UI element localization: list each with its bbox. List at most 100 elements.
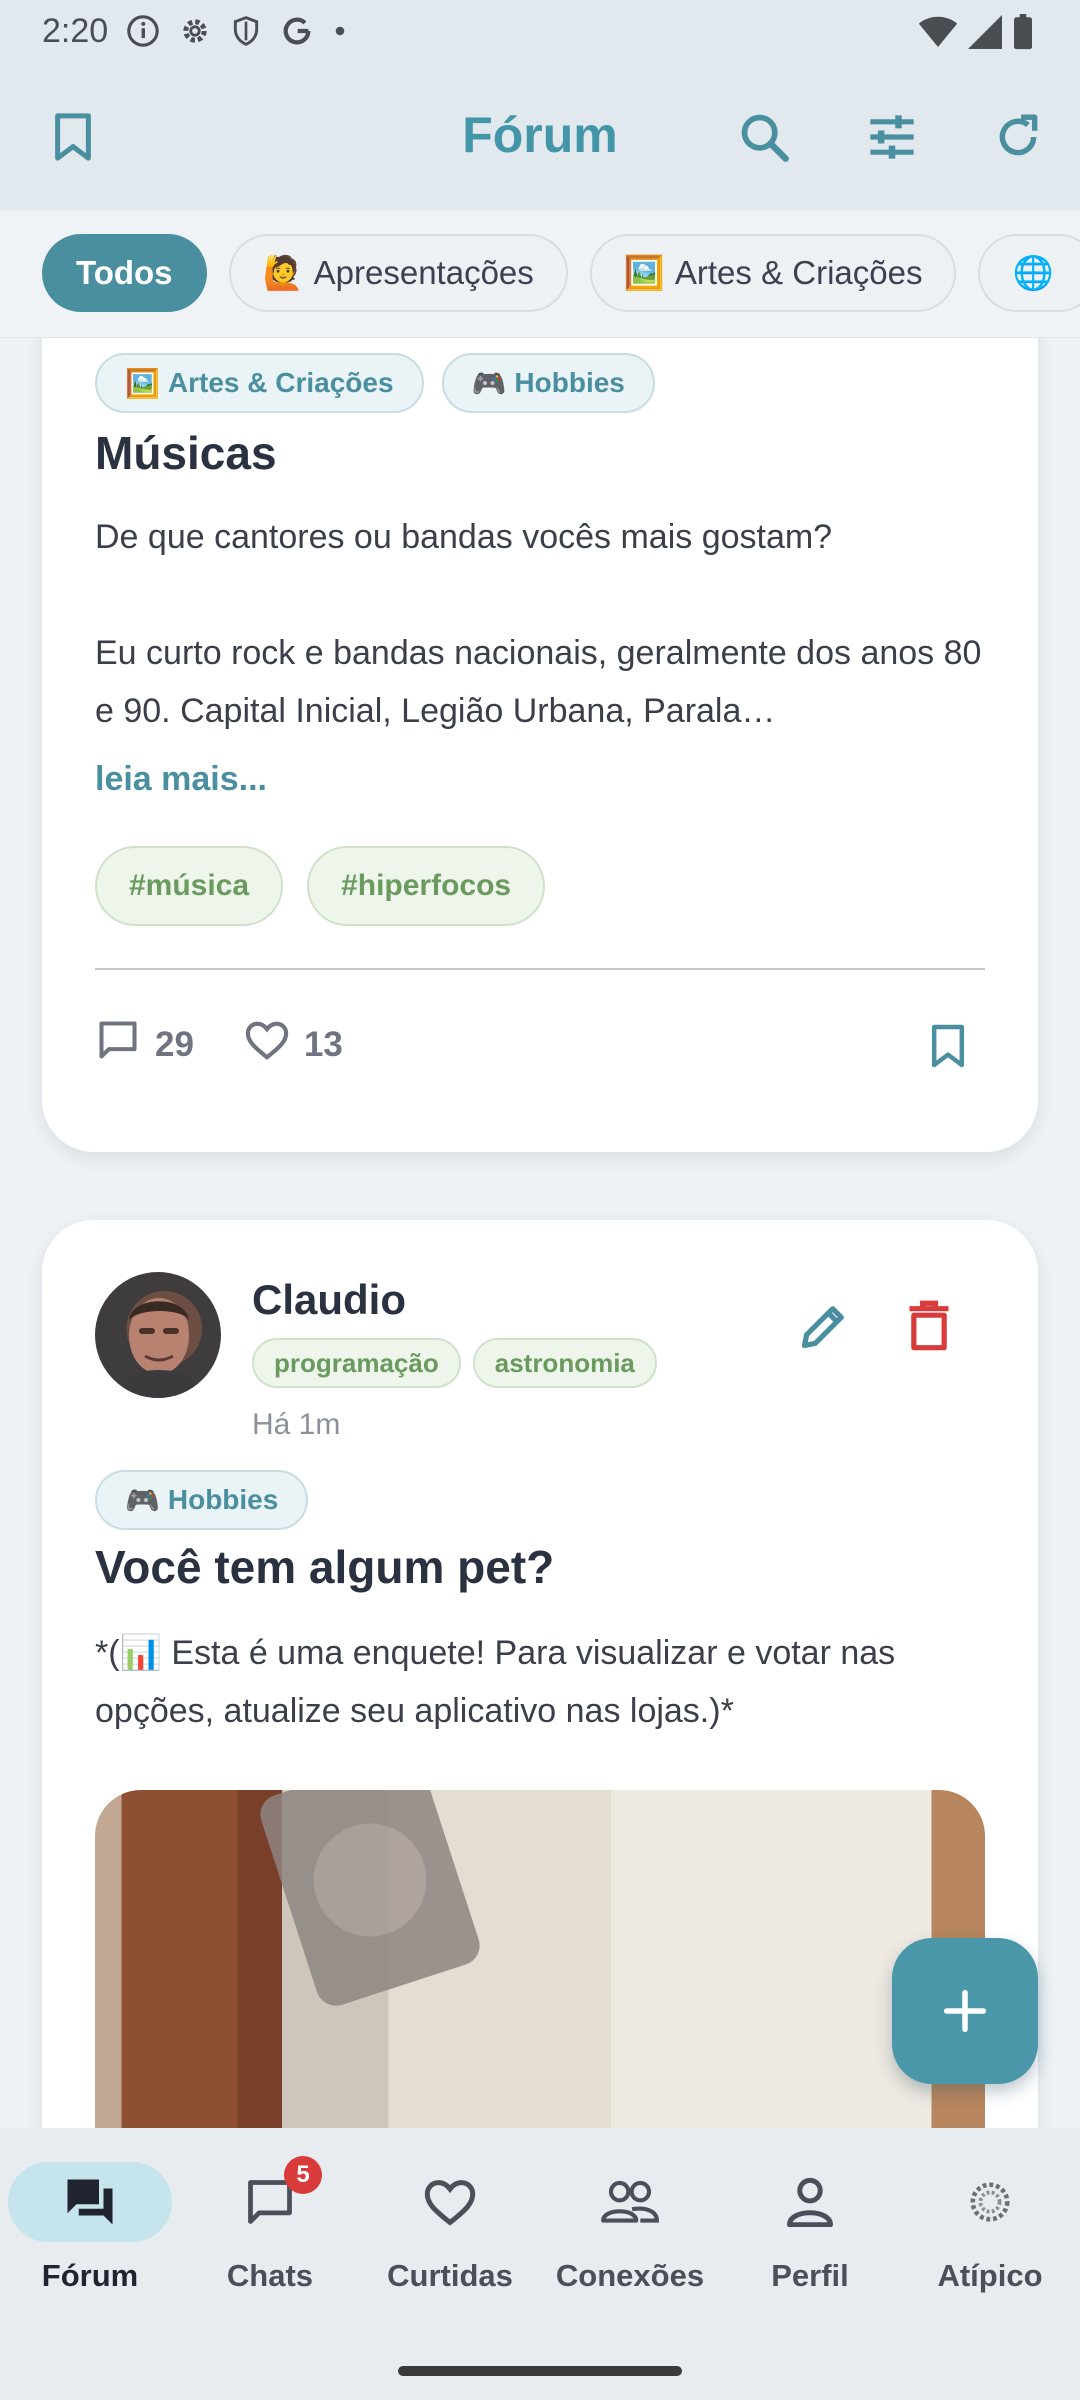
post-categories: 🎮 Hobbies bbox=[95, 1470, 309, 1530]
nav-perfil[interactable]: Perfil bbox=[720, 2162, 900, 2312]
wifi-icon bbox=[918, 15, 958, 54]
filter-chip-apresentacoes[interactable]: 🙋 Apresentações bbox=[228, 234, 568, 312]
author-name[interactable]: Claudio bbox=[252, 1276, 406, 1324]
nav-icon-container bbox=[728, 2162, 892, 2242]
heart-icon[interactable] bbox=[244, 1019, 290, 1070]
nav-forum[interactable]: Fórum bbox=[0, 2162, 180, 2312]
nav-label: Curtidas bbox=[387, 2258, 513, 2293]
post-card[interactable]: 🖼️ Artes & Criações 🎮 Hobbies Músicas De… bbox=[42, 338, 1038, 1152]
status-right-icons bbox=[918, 14, 1034, 55]
game-controller-icon: 🎮 bbox=[125, 1484, 160, 1516]
nav-label: Conexões bbox=[555, 2258, 705, 2293]
game-controller-icon: 🎮 bbox=[471, 367, 507, 399]
signal-icon bbox=[968, 15, 1002, 54]
filter-chip-artes-criacoes[interactable]: 🖼️ Artes & Criações bbox=[589, 234, 957, 312]
filter-chip-label: Artes & Criações bbox=[674, 254, 923, 291]
post-stats: 29 13 bbox=[95, 1018, 379, 1071]
status-left-icons bbox=[126, 14, 348, 53]
refresh-icon bbox=[999, 114, 1038, 156]
nav-conexoes[interactable]: Conexões bbox=[540, 2162, 720, 2312]
bottom-navigation: Fórum 5 Chats Curtidas Conexões Perfil A… bbox=[0, 2128, 1080, 2400]
heart-icon bbox=[424, 2180, 476, 2226]
search-button[interactable] bbox=[729, 102, 799, 172]
nav-curtidas[interactable]: Curtidas bbox=[360, 2162, 540, 2312]
nav-atipico[interactable]: Atípico bbox=[900, 2162, 1080, 2312]
post-card[interactable]: Claudio programação astronomia Há 1m 🎮 H… bbox=[42, 1220, 1038, 2128]
nav-icon-container bbox=[548, 2162, 712, 2242]
delete-post-button[interactable] bbox=[897, 1294, 961, 1358]
filter-chip-label: Todos bbox=[76, 254, 173, 291]
like-count: 13 bbox=[303, 1024, 343, 1064]
hashtag[interactable]: #música bbox=[95, 846, 284, 926]
bookmark-icon bbox=[931, 1024, 965, 1068]
raising-hand-icon: 🙋 bbox=[262, 253, 304, 291]
filter-chip-more[interactable]: 🌐 bbox=[978, 234, 1080, 312]
nav-icon-container bbox=[368, 2162, 532, 2242]
google-status-icon bbox=[280, 14, 314, 53]
nav-label: Perfil bbox=[771, 2258, 849, 2293]
post-title[interactable]: Músicas bbox=[95, 426, 277, 480]
post-title[interactable]: Você tem algum pet? bbox=[95, 1540, 554, 1594]
post-body-line: De que cantores ou bandas vocês mais gos… bbox=[95, 518, 833, 556]
post-timestamp: Há 1m bbox=[252, 1408, 341, 1441]
post-categories: 🖼️ Artes & Criações 🎮 Hobbies bbox=[95, 353, 655, 413]
shield-status-icon bbox=[230, 14, 262, 53]
search-icon bbox=[741, 114, 789, 162]
framed-picture-icon: 🖼️ bbox=[125, 367, 160, 399]
forum-feed[interactable]: 🖼️ Artes & Criações 🎮 Hobbies Músicas De… bbox=[0, 338, 1080, 2128]
filter-chip-label: Apresentações bbox=[313, 254, 534, 291]
plus-icon bbox=[943, 1989, 987, 2033]
avatar[interactable] bbox=[95, 1272, 221, 1398]
new-post-button[interactable] bbox=[892, 1938, 1038, 2084]
bookmark-post-button[interactable] bbox=[920, 1018, 976, 1074]
category-chips: Todos 🙋 Apresentações 🖼️ Artes & Criaçõe… bbox=[42, 234, 1080, 312]
category-tag-label: Artes & Criações bbox=[167, 367, 394, 398]
author-interests: programação astronomia bbox=[252, 1338, 657, 1388]
nav-icon-container bbox=[8, 2162, 172, 2242]
atipico-logo-icon bbox=[970, 2182, 1010, 2222]
status-bar: 2:20 bbox=[0, 0, 1080, 62]
post-image-detail bbox=[255, 1790, 485, 2011]
post-body-excerpt: Eu curto rock e bandas nacionais, geralm… bbox=[95, 634, 982, 730]
interest-tag: astronomia bbox=[472, 1338, 657, 1388]
category-tag[interactable]: 🎮 Hobbies bbox=[95, 1470, 309, 1530]
nav-icon-container bbox=[908, 2162, 1072, 2242]
filter-chip-todos[interactable]: Todos bbox=[42, 234, 207, 312]
dot-status-icon bbox=[332, 14, 348, 53]
status-time: 2:20 bbox=[42, 12, 109, 50]
pencil-icon bbox=[801, 1306, 844, 1349]
comment-icon[interactable] bbox=[95, 1018, 141, 1071]
filter-button[interactable] bbox=[857, 102, 927, 172]
interest-tag: programação bbox=[252, 1338, 461, 1388]
people-icon bbox=[601, 2180, 659, 2223]
info-icon bbox=[126, 14, 160, 53]
person-icon bbox=[787, 2177, 833, 2227]
post-image[interactable] bbox=[95, 1790, 985, 2128]
edit-post-button[interactable] bbox=[792, 1294, 856, 1358]
framed-picture-icon: 🖼️ bbox=[623, 253, 665, 291]
category-tag[interactable]: 🎮 Hobbies bbox=[441, 353, 655, 413]
hashtag[interactable]: #hiperfocos bbox=[307, 846, 546, 926]
nav-icon-container: 5 bbox=[188, 2156, 352, 2242]
comment-count: 29 bbox=[155, 1024, 194, 1064]
forum-icon bbox=[67, 2179, 113, 2225]
app-bar: Fórum bbox=[0, 62, 1080, 210]
nav-label: Atípico bbox=[937, 2258, 1043, 2293]
gesture-bar[interactable] bbox=[398, 2366, 682, 2376]
category-filter-bar: Todos 🙋 Apresentações 🖼️ Artes & Criaçõe… bbox=[0, 210, 1080, 338]
post-hashtags: #música #hiperfocos bbox=[95, 846, 546, 926]
refresh-button[interactable] bbox=[983, 102, 1053, 172]
nav-label: Chats bbox=[226, 2258, 314, 2293]
avatar-photo bbox=[115, 1298, 203, 1398]
read-more-link[interactable]: leia mais... bbox=[95, 760, 267, 799]
unread-badge: 5 bbox=[284, 2156, 322, 2194]
post-body: *(📊 Esta é uma enquete! Para visualizar … bbox=[95, 1634, 896, 1730]
nav-chats[interactable]: 5 Chats bbox=[180, 2156, 360, 2312]
divider bbox=[95, 968, 985, 970]
settings-status-icon bbox=[178, 14, 212, 53]
category-tag-label: Hobbies bbox=[514, 367, 625, 398]
category-tag[interactable]: 🖼️ Artes & Criações bbox=[95, 353, 424, 413]
screen: 2:20 Fórum Todos 🙋 Apresentações 🖼️ Arte… bbox=[0, 0, 1080, 2400]
category-tag-label: Hobbies bbox=[167, 1484, 279, 1515]
trash-icon bbox=[909, 1300, 949, 1351]
